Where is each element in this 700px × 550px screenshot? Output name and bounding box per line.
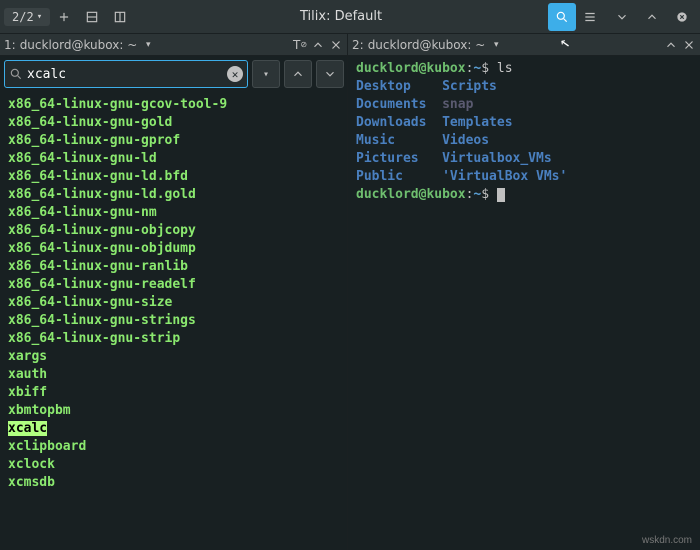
completion-item: xargs bbox=[8, 348, 339, 366]
ls-row: Desktop Scripts bbox=[356, 78, 692, 96]
chevron-down-icon: ▾ bbox=[263, 69, 269, 80]
ls-row: Music Videos bbox=[356, 132, 692, 150]
completion-item: x86_64-linux-gnu-gprof bbox=[8, 132, 339, 150]
completion-item: x86_64-linux-gnu-gold bbox=[8, 114, 339, 132]
search-options-button[interactable]: ▾ bbox=[252, 60, 280, 88]
completion-item: x86_64-linux-gnu-nm bbox=[8, 204, 339, 222]
watermark: wskdn.com bbox=[642, 535, 692, 546]
pane-title: ducklord@kubox: ~ bbox=[20, 38, 138, 52]
add-tab-button[interactable] bbox=[50, 3, 78, 31]
pane-header-right[interactable]: 2: ducklord@kubox: ~ ▾ bbox=[348, 34, 700, 56]
split-down-button[interactable] bbox=[78, 3, 106, 31]
close-button[interactable] bbox=[668, 3, 696, 31]
chevron-down-icon bbox=[615, 10, 629, 24]
split-vertical-icon bbox=[85, 10, 99, 24]
maximize-pane-icon[interactable] bbox=[664, 38, 678, 52]
search-prev-button[interactable] bbox=[284, 60, 312, 88]
pane-title: ducklord@kubox: ~ bbox=[368, 38, 486, 52]
split-horizontal-icon bbox=[113, 10, 127, 24]
maximize-pane-icon[interactable] bbox=[311, 38, 325, 52]
close-icon: ✕ bbox=[232, 68, 239, 81]
clear-search-button[interactable]: ✕ bbox=[227, 66, 243, 82]
completion-item: x86_64-linux-gnu-ld.gold bbox=[8, 186, 339, 204]
search-bar: ✕ ▾ bbox=[4, 58, 344, 90]
titlebar: 2/2 ▾ Tilix: Default bbox=[0, 0, 700, 34]
ls-row: Public 'VirtualBox VMs' bbox=[356, 168, 692, 186]
menu-button[interactable] bbox=[576, 3, 604, 31]
completion-item: x86_64-linux-gnu-strip bbox=[8, 330, 339, 348]
ls-row: Documents snap bbox=[356, 96, 692, 114]
completion-item: x86_64-linux-gnu-readelf bbox=[8, 276, 339, 294]
completion-item: xcalc bbox=[8, 420, 339, 438]
completion-item: x86_64-linux-gnu-strings bbox=[8, 312, 339, 330]
prompt-line: ducklord@kubox:~$ bbox=[356, 186, 692, 204]
completion-item: x86_64-linux-gnu-objdump bbox=[8, 240, 339, 258]
completion-item: xbmtopbm bbox=[8, 402, 339, 420]
completion-item: xbiff bbox=[8, 384, 339, 402]
search-icon bbox=[9, 67, 23, 81]
ls-output: Desktop ScriptsDocuments snapDownloads T… bbox=[356, 78, 692, 186]
maximize-button[interactable] bbox=[638, 3, 666, 31]
pane-index: 1: bbox=[4, 38, 16, 52]
close-pane-icon[interactable] bbox=[329, 38, 343, 52]
completion-list: x86_64-linux-gnu-gcov-tool-9x86_64-linux… bbox=[0, 96, 347, 492]
chevron-down-icon[interactable]: ▾ bbox=[489, 38, 503, 52]
completion-item: xclipboard bbox=[8, 438, 339, 456]
completion-item: x86_64-linux-gnu-ld bbox=[8, 150, 339, 168]
minimize-button[interactable] bbox=[608, 3, 636, 31]
chevron-down-icon bbox=[323, 67, 337, 81]
prompt-line: ducklord@kubox:~$ ls bbox=[356, 60, 692, 78]
terminal-pane-left[interactable]: x86_64-linux-gnu-gcov-tool-9x86_64-linux… bbox=[0, 56, 348, 550]
search-icon bbox=[555, 10, 569, 24]
completion-item: x86_64-linux-gnu-gcov-tool-9 bbox=[8, 96, 339, 114]
ls-row: Pictures Virtualbox_VMs bbox=[356, 150, 692, 168]
pane-headers: 1: ducklord@kubox: ~ ▾ T⊘ 2: ducklord@ku… bbox=[0, 34, 700, 56]
search-button[interactable] bbox=[548, 3, 576, 31]
completion-item: x86_64-linux-gnu-ranlib bbox=[8, 258, 339, 276]
session-indicator[interactable]: 2/2 ▾ bbox=[4, 8, 50, 26]
window-title: Tilix: Default bbox=[134, 9, 548, 24]
session-count: 2/2 bbox=[12, 10, 34, 24]
completion-item: x86_64-linux-gnu-objcopy bbox=[8, 222, 339, 240]
completion-item: xclock bbox=[8, 456, 339, 474]
prompt-user: ducklord@kubox bbox=[356, 61, 466, 76]
ls-row: Downloads Templates bbox=[356, 114, 692, 132]
close-pane-icon[interactable] bbox=[682, 38, 696, 52]
close-icon bbox=[675, 10, 689, 24]
chevron-up-icon bbox=[291, 67, 305, 81]
completion-item: x86_64-linux-gnu-ld.bfd bbox=[8, 168, 339, 186]
plus-icon bbox=[57, 10, 71, 24]
completion-item: xauth bbox=[8, 366, 339, 384]
search-next-button[interactable] bbox=[316, 60, 344, 88]
chevron-down-icon: ▾ bbox=[37, 12, 42, 22]
completion-item: x86_64-linux-gnu-size bbox=[8, 294, 339, 312]
chevron-up-icon bbox=[645, 10, 659, 24]
readonly-icon[interactable]: T⊘ bbox=[293, 38, 307, 52]
split-right-button[interactable] bbox=[106, 3, 134, 31]
chevron-down-icon[interactable]: ▾ bbox=[141, 38, 155, 52]
search-input[interactable] bbox=[23, 67, 227, 82]
completion-item: xcmsdb bbox=[8, 474, 339, 492]
command-text: ls bbox=[497, 61, 513, 76]
hamburger-icon bbox=[583, 10, 597, 24]
terminal-pane-right[interactable]: ducklord@kubox:~$ ls Desktop ScriptsDocu… bbox=[348, 56, 700, 550]
pane-index: 2: bbox=[352, 38, 364, 52]
pane-header-left[interactable]: 1: ducklord@kubox: ~ ▾ T⊘ bbox=[0, 34, 348, 56]
cursor bbox=[497, 188, 505, 202]
search-input-container[interactable]: ✕ bbox=[4, 60, 248, 88]
terminal-panes: x86_64-linux-gnu-gcov-tool-9x86_64-linux… bbox=[0, 56, 700, 550]
